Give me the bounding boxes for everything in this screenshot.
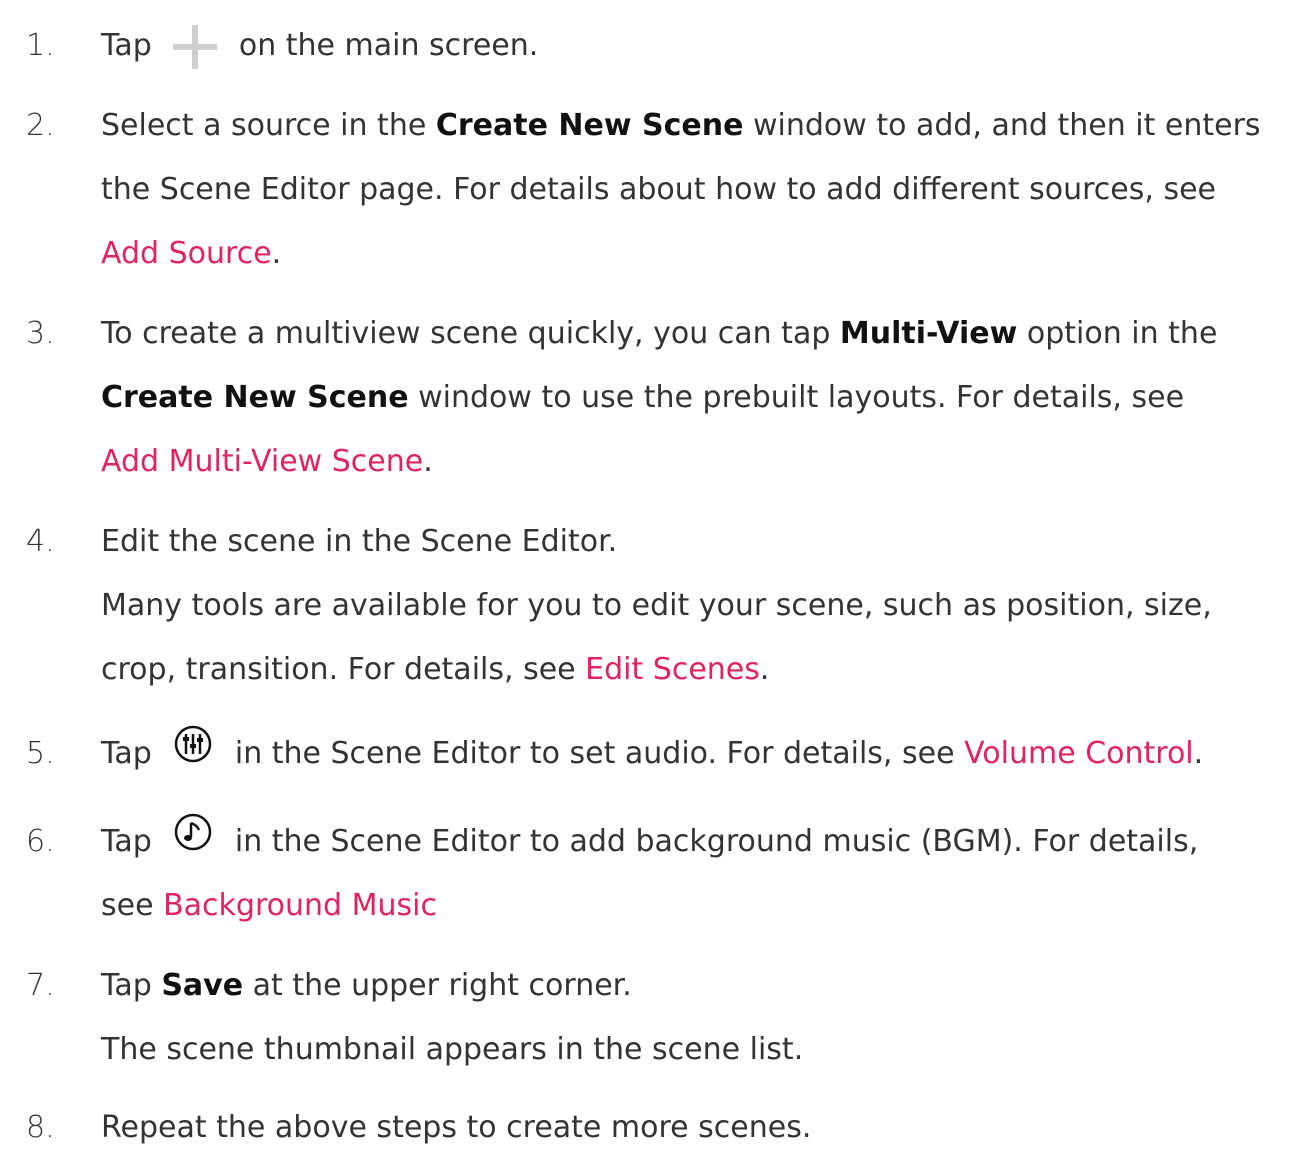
punctuation: . — [423, 444, 433, 479]
step-text: Tap — [101, 968, 162, 1003]
link-add-source[interactable]: Add Source — [101, 236, 272, 271]
bold-term: Create New Scene — [435, 108, 744, 143]
step-text: option in the — [1017, 316, 1218, 351]
bold-term: Save — [161, 968, 244, 1003]
link-edit-scenes[interactable]: Edit Scenes — [585, 652, 760, 687]
step-text: Repeat the above steps to create more sc… — [101, 1110, 812, 1145]
step-text: Many tools are available for you to edit… — [101, 588, 1212, 623]
step-text: Tap — [101, 28, 162, 63]
step-number: 7. — [26, 968, 55, 1003]
step-number: 8. — [26, 1110, 55, 1145]
audio-mixer-icon — [173, 723, 213, 787]
step-number: 3. — [26, 316, 55, 351]
link-background-music[interactable]: Background Music — [163, 888, 437, 923]
bold-term: Multi-View — [839, 316, 1018, 351]
step-text: To create a multiview scene quickly, you… — [101, 316, 840, 351]
step-text: Tap — [101, 824, 162, 859]
punctuation: . — [1193, 736, 1204, 771]
step-number: 4. — [26, 524, 55, 559]
step-text: see — [101, 888, 164, 923]
plus-icon — [173, 24, 218, 69]
step-text: Edit the scene in the Scene Editor. — [101, 524, 618, 559]
step-number: 5. — [26, 736, 55, 771]
step-text: in the Scene Editor to add background mu… — [225, 824, 1199, 859]
step-text: on the main screen. — [229, 28, 539, 63]
link-volume-control[interactable]: Volume Control — [964, 736, 1194, 771]
music-note-icon — [173, 811, 213, 875]
step-text: Tap — [101, 736, 162, 771]
step-text: window to use the prebuilt layouts. For … — [408, 380, 1185, 415]
punctuation: . — [759, 652, 770, 687]
step-text: The scene thumbnail appears in the scene… — [101, 1032, 804, 1067]
step-number: 6. — [26, 824, 55, 859]
step-text: the Scene Editor page. For details about… — [101, 172, 1216, 207]
step-text: in the Scene Editor to set audio. For de… — [225, 736, 965, 771]
link-add-multi-view-scene[interactable]: Add Multi-View Scene — [101, 444, 423, 479]
step-number: 2. — [26, 108, 55, 143]
punctuation: . — [271, 236, 282, 271]
step-text: crop, transition. For details, see — [101, 652, 586, 687]
step-text: Select a source in the — [101, 108, 436, 143]
step-number: 1. — [26, 28, 55, 63]
step-text: at the upper right corner. — [243, 968, 632, 1003]
step-text: window to add, and then it enters — [743, 108, 1261, 143]
bold-term: Create New Scene — [101, 380, 409, 415]
instruction-list: 1. Tap on the main screen. 2. Select a s… — [0, 0, 1297, 1149]
